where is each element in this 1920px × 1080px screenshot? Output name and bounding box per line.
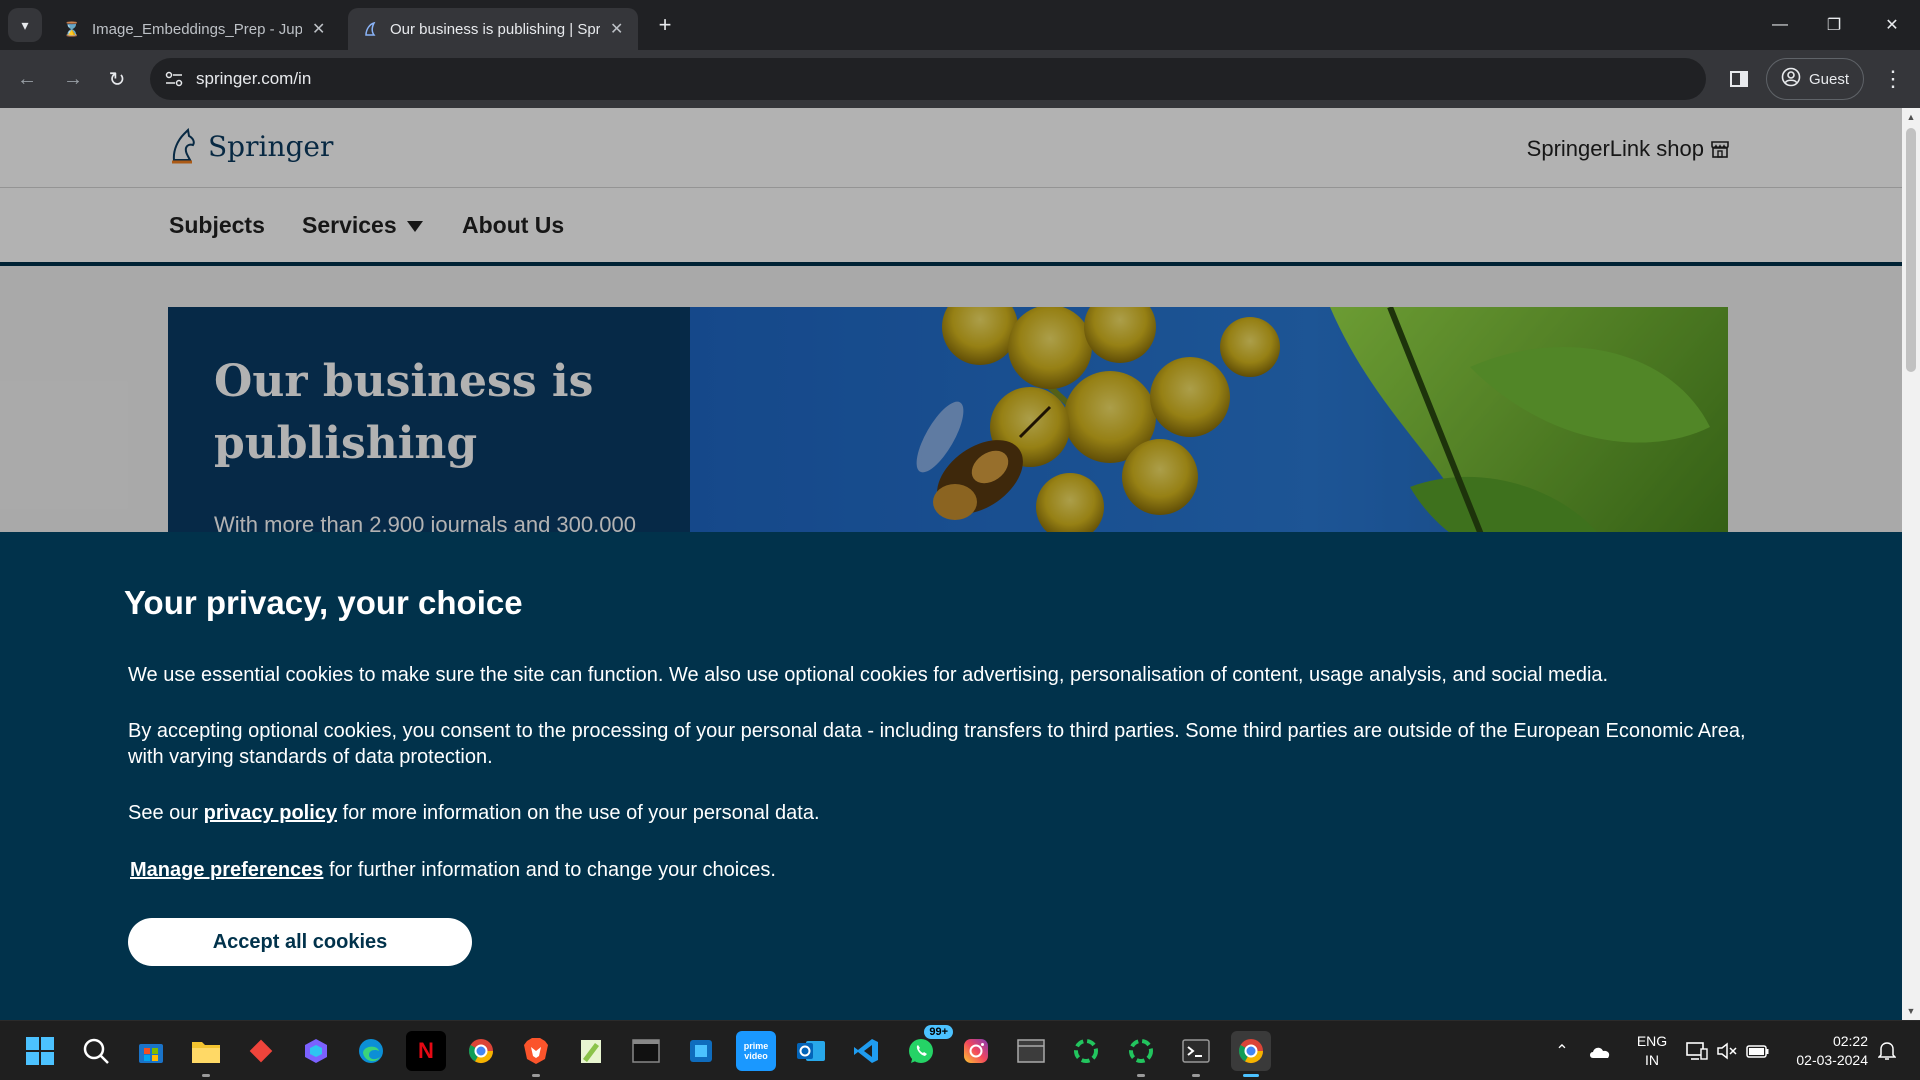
- anydesk-icon[interactable]: [241, 1031, 281, 1071]
- spinner-app-icon[interactable]: [1066, 1031, 1106, 1071]
- volume-muted-icon[interactable]: [1716, 1021, 1738, 1080]
- network-icon[interactable]: [1686, 1021, 1708, 1080]
- manage-preferences-link[interactable]: Manage preferences: [130, 859, 323, 881]
- back-button[interactable]: ←: [10, 62, 44, 96]
- terminal-app-icon[interactable]: [626, 1031, 666, 1071]
- vs-code-icon[interactable]: [846, 1031, 886, 1071]
- search-icon[interactable]: [76, 1031, 116, 1071]
- chrome-active-icon[interactable]: [1231, 1031, 1271, 1077]
- page-scrollbar[interactable]: ▲ ▼: [1902, 108, 1920, 1020]
- region-code: IN: [1645, 1052, 1659, 1068]
- privacy-policy-link[interactable]: privacy policy: [204, 802, 337, 824]
- tab-search-button[interactable]: ▾: [8, 8, 42, 42]
- browser-tab-strip: ▾ ⌛ Image_Embeddings_Prep - Jupyter ✕ Ou…: [0, 0, 1920, 50]
- notepad-plus-plus-icon[interactable]: [571, 1031, 611, 1071]
- chevron-down-icon: ▾: [21, 16, 29, 33]
- onedrive-icon[interactable]: [1588, 1021, 1612, 1080]
- privacy-prefix: See our: [128, 802, 199, 824]
- scroll-up-arrow-icon[interactable]: ▲: [1902, 108, 1920, 126]
- accept-all-cookies-button[interactable]: Accept all cookies: [128, 918, 472, 966]
- new-tab-button[interactable]: +: [650, 10, 680, 40]
- cookie-paragraph-preferences: Manage preferences for further informati…: [130, 857, 1770, 883]
- instagram-icon[interactable]: [956, 1031, 996, 1071]
- close-icon[interactable]: ✕: [610, 19, 623, 39]
- windows-start-icon[interactable]: [20, 1031, 60, 1071]
- clock-date: 02-03-2024: [1796, 1052, 1868, 1068]
- running-indicator: [1192, 1074, 1200, 1077]
- scroll-thumb[interactable]: [1906, 128, 1916, 372]
- running-indicator: [532, 1074, 540, 1077]
- browser-tab-springer[interactable]: Our business is publishing | Springer ✕: [348, 8, 638, 50]
- restore-button[interactable]: ❐: [1806, 0, 1862, 50]
- tab-title: Image_Embeddings_Prep - Jupyter: [92, 20, 302, 38]
- chrome-icon[interactable]: [461, 1031, 501, 1071]
- scroll-down-arrow-icon[interactable]: ▼: [1902, 1002, 1920, 1020]
- more-menu-icon[interactable]: ⋮: [1876, 62, 1910, 96]
- copilot-icon[interactable]: [296, 1031, 336, 1071]
- edge-icon[interactable]: [351, 1031, 391, 1071]
- close-icon[interactable]: ✕: [312, 19, 325, 39]
- springer-favicon-icon: [362, 21, 378, 37]
- page-viewport: Springer SpringerLink shop Subjects Serv…: [0, 108, 1902, 1020]
- spinner-app-icon[interactable]: [1121, 1031, 1161, 1077]
- profile-label: Guest: [1808, 70, 1850, 88]
- running-indicator: [202, 1074, 210, 1077]
- clock-time: 02:22: [1832, 1033, 1868, 1049]
- privacy-suffix: for more information on the use of your …: [342, 802, 820, 824]
- cookie-consent-banner: Your privacy, your choice We use essenti…: [0, 532, 1902, 1020]
- microsoft-store-icon[interactable]: [131, 1031, 171, 1071]
- outlook-icon[interactable]: [791, 1031, 831, 1071]
- person-icon: [1781, 67, 1801, 91]
- browser-tab-jupyter[interactable]: ⌛ Image_Embeddings_Prep - Jupyter ✕: [50, 8, 340, 50]
- profile-button[interactable]: Guest: [1766, 58, 1864, 100]
- terminal-icon[interactable]: [1176, 1031, 1216, 1077]
- whatsapp-icon[interactable]: 99+: [901, 1025, 953, 1071]
- language-code: ENG: [1636, 1033, 1668, 1049]
- minimize-button[interactable]: —: [1752, 0, 1808, 50]
- reload-button[interactable]: ↻: [100, 62, 134, 96]
- hourglass-icon: ⌛: [63, 20, 81, 37]
- window-close-button[interactable]: ✕: [1864, 0, 1920, 50]
- notification-bell-icon[interactable]: [1878, 1021, 1896, 1080]
- site-settings-icon[interactable]: [154, 58, 194, 100]
- brave-icon[interactable]: [516, 1031, 556, 1077]
- url-text: springer.com/in: [196, 69, 312, 88]
- side-panel-icon[interactable]: [1722, 62, 1756, 96]
- cookie-title: Your privacy, your choice: [124, 584, 523, 621]
- language-indicator[interactable]: ENG IN: [1632, 1021, 1672, 1080]
- system-clock[interactable]: 02:22 02-03-2024: [1784, 1021, 1868, 1080]
- battery-charging-icon[interactable]: [1746, 1021, 1770, 1080]
- notification-badge: 99+: [924, 1025, 953, 1039]
- netflix-icon[interactable]: N: [406, 1031, 446, 1071]
- address-bar[interactable]: springer.com/in: [150, 58, 1706, 100]
- cookie-paragraph-essential: We use essential cookies to make sure th…: [128, 664, 1609, 686]
- active-indicator: [1243, 1074, 1259, 1077]
- windows-app-icon[interactable]: [681, 1031, 721, 1071]
- forward-button[interactable]: →: [56, 62, 90, 96]
- chevron-up-icon[interactable]: ⌃: [1550, 1021, 1574, 1080]
- running-indicator: [1137, 1074, 1145, 1077]
- file-explorer-icon[interactable]: [186, 1031, 226, 1077]
- preferences-suffix: for further information and to change yo…: [328, 859, 776, 881]
- window-app-icon[interactable]: [1011, 1031, 1051, 1071]
- tab-title: Our business is publishing | Springer: [390, 20, 600, 38]
- cookie-paragraph-consent: By accepting optional cookies, you conse…: [128, 720, 1746, 768]
- cookie-paragraph-privacy: See our privacy policy for more informat…: [128, 800, 1768, 826]
- prime-video-icon[interactable]: prime video: [736, 1031, 776, 1071]
- browser-toolbar: ← → ↻ springer.com/in Guest ⋮: [0, 50, 1920, 108]
- windows-taskbar: N prime video 99+ ⌃ ENG IN 02:22 02-03-2…: [0, 1020, 1920, 1080]
